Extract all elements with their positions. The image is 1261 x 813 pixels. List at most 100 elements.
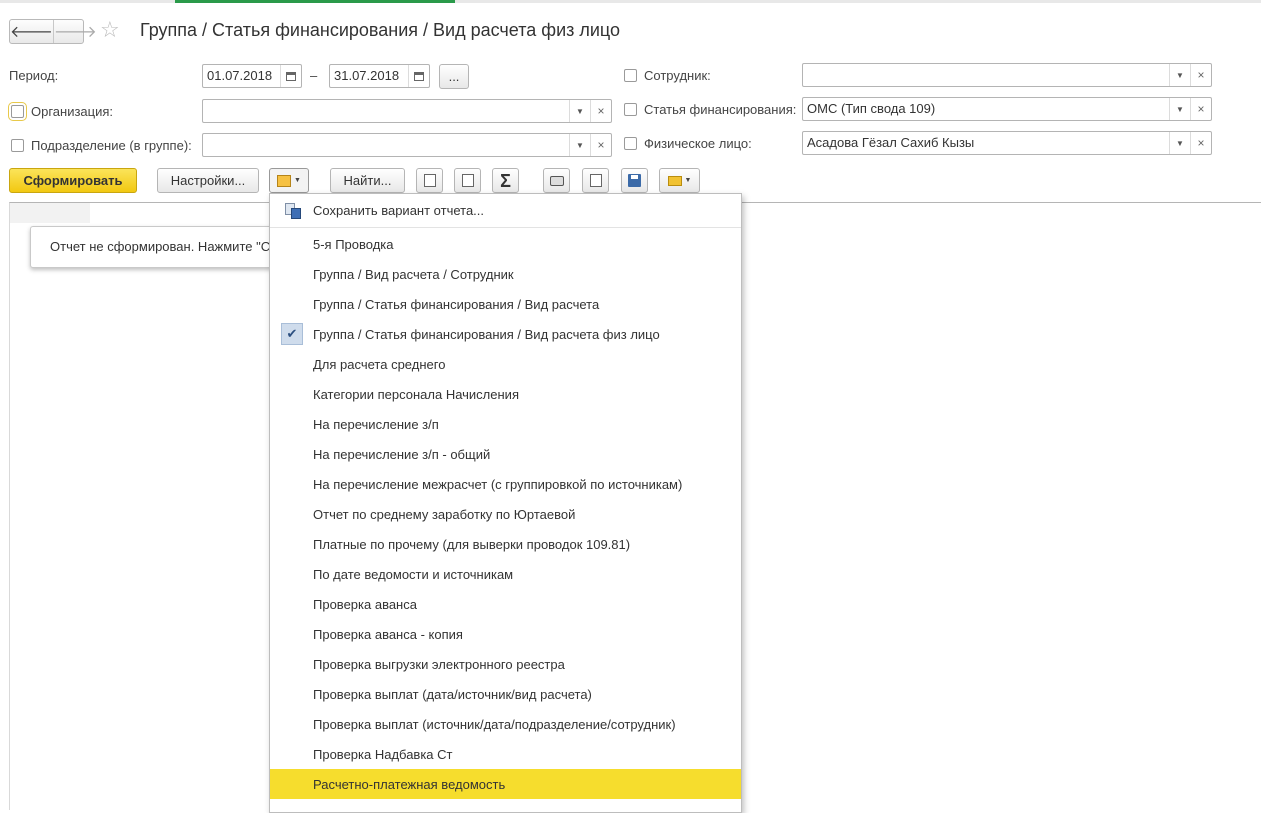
- report-variant-label: Категории персонала Начисления: [313, 386, 519, 402]
- chevron-down-icon: ▼: [294, 177, 301, 184]
- report-variant-label: На перечисление з/п: [313, 416, 439, 432]
- clear-icon[interactable]: ×: [1190, 64, 1211, 86]
- clear-icon[interactable]: ×: [590, 100, 611, 122]
- period-to-value[interactable]: 31.07.2018: [330, 65, 408, 87]
- favorite-star-icon[interactable]: ☆: [100, 18, 120, 42]
- expand-groups-button[interactable]: [454, 168, 481, 193]
- report-variant-label: Проверка аванса: [313, 596, 417, 612]
- report-variant-label: На перечисление з/п - общий: [313, 446, 491, 462]
- collapse-groups-button[interactable]: [416, 168, 443, 193]
- report-variant-item[interactable]: На перечисление з/п: [270, 409, 741, 439]
- person-value[interactable]: Асадова Гёзал Сахиб Кызы: [803, 132, 1169, 154]
- subdivision-label: Подразделение (в группе):: [31, 138, 192, 153]
- calendar-icon[interactable]: [408, 65, 429, 87]
- sum-button[interactable]: Σ: [492, 168, 519, 193]
- chevron-down-icon[interactable]: ▼: [569, 100, 590, 122]
- employee-field[interactable]: ▼ ×: [802, 63, 1212, 87]
- report-variant-label: Группа / Статья финансирования / Вид рас…: [313, 296, 600, 312]
- report-variant-item[interactable]: Для расчета среднего: [270, 349, 741, 379]
- report-variant-label: Отчет по среднему заработку по Юртаевой: [313, 506, 576, 522]
- report-variant-label: Группа / Вид расчета / Сотрудник: [313, 266, 514, 282]
- generate-button[interactable]: Сформировать: [9, 168, 137, 193]
- subdivision-checkbox[interactable]: [11, 139, 24, 152]
- printer-icon: [549, 175, 564, 186]
- clear-icon[interactable]: ×: [590, 134, 611, 156]
- report-variant-label: Проверка аванса - копия: [313, 626, 463, 642]
- report-variant-item[interactable]: Категории персонала Начисления: [270, 379, 741, 409]
- organization-checkbox[interactable]: [8, 102, 27, 121]
- clear-icon[interactable]: ×: [1190, 98, 1211, 120]
- chevron-down-icon: ▼: [684, 177, 692, 184]
- save-button[interactable]: [621, 168, 648, 193]
- funding-checkbox[interactable]: [624, 103, 637, 116]
- chevron-down-icon[interactable]: ▼: [1169, 98, 1190, 120]
- person-field[interactable]: Асадова Гёзал Сахиб Кызы ▼ ×: [802, 131, 1212, 155]
- page-title: Группа / Статья финансирования / Вид рас…: [140, 20, 621, 40]
- calendar-icon[interactable]: [280, 65, 301, 87]
- report-variant-label: Расчетно-платежная ведомость: [313, 776, 506, 792]
- funding-field[interactable]: ОМС (Тип свода 109) ▼ ×: [802, 97, 1212, 121]
- period-from-value[interactable]: 01.07.2018: [203, 65, 280, 87]
- save-report-variant-item[interactable]: Сохранить вариант отчета...: [270, 194, 741, 228]
- back-arrow-icon[interactable]: 🡐: [10, 20, 53, 43]
- report-variant-menu: Сохранить вариант отчета... 5-я Проводка…: [269, 193, 742, 813]
- person-label: Физическое лицо:: [644, 136, 752, 151]
- organization-field[interactable]: ▼ ×: [202, 99, 612, 123]
- chevron-down-icon[interactable]: ▼: [1169, 64, 1190, 86]
- report-variant-item[interactable]: ✔ Группа / Статья финансирования / Вид ра…: [270, 319, 741, 349]
- employee-label: Сотрудник:: [644, 68, 711, 83]
- funding-value[interactable]: ОМС (Тип свода 109): [803, 98, 1169, 120]
- find-button[interactable]: Найти...: [330, 168, 405, 193]
- report-variant-label: Платные по прочему (для выверки проводок…: [313, 536, 631, 552]
- report-variant-item[interactable]: Расчетно-платежная ведомость: [270, 769, 741, 799]
- checkmark-icon: ✔: [281, 323, 303, 345]
- floppy-disk-icon: [628, 174, 641, 187]
- print-button[interactable]: [543, 168, 570, 193]
- preview-button[interactable]: [582, 168, 609, 193]
- report-variant-item[interactable]: Проверка выплат (дата/источник/вид расче…: [270, 679, 741, 709]
- active-tab-indicator: [175, 0, 455, 3]
- save-variant-icon: [285, 202, 301, 219]
- envelope-icon: [667, 175, 682, 186]
- report-variant-label: Проверка Надбавка Ст: [313, 746, 453, 762]
- report-variant-button[interactable]: ▼: [269, 168, 309, 193]
- report-variant-label: Проверка выплат (источник/дата/подраздел…: [313, 716, 676, 732]
- report-variant-item[interactable]: Проверка аванса - копия: [270, 619, 741, 649]
- report-variant-item[interactable]: На перечисление з/п - общий: [270, 439, 741, 469]
- period-from-field[interactable]: 01.07.2018: [202, 64, 302, 88]
- report-variant-item[interactable]: 5-я Проводка: [270, 229, 741, 259]
- clear-icon[interactable]: ×: [1190, 132, 1211, 154]
- settings-button[interactable]: Настройки...: [157, 168, 259, 193]
- sigma-icon: Σ: [500, 170, 511, 191]
- period-select-button[interactable]: ...: [439, 64, 469, 89]
- period-dash: –: [310, 68, 318, 83]
- print-preview-icon: [589, 174, 602, 187]
- funding-label: Статья финансирования:: [644, 102, 797, 117]
- report-variant-item[interactable]: Отчет по среднему заработку по Юртаевой: [270, 499, 741, 529]
- employee-value[interactable]: [803, 64, 1169, 86]
- report-variant-item[interactable]: Платные по прочему (для выверки проводок…: [270, 529, 741, 559]
- report-variant-item[interactable]: Проверка аванса: [270, 589, 741, 619]
- period-label: Период:: [9, 68, 59, 83]
- chevron-down-icon[interactable]: ▼: [569, 134, 590, 156]
- report-variant-icon: [277, 174, 292, 187]
- send-email-button[interactable]: ▼: [659, 168, 700, 193]
- organization-label: Организация:: [31, 104, 114, 119]
- forward-arrow-icon[interactable]: 🡒: [52, 20, 97, 43]
- chevron-down-icon[interactable]: ▼: [1169, 132, 1190, 154]
- report-variant-item[interactable]: Группа / Статья финансирования / Вид рас…: [270, 289, 741, 319]
- period-to-field[interactable]: 31.07.2018: [329, 64, 430, 88]
- organization-value[interactable]: [203, 100, 569, 122]
- subdivision-field[interactable]: ▼ ×: [202, 133, 612, 157]
- employee-checkbox[interactable]: [624, 69, 637, 82]
- report-variant-item[interactable]: По дате ведомости и источникам: [270, 559, 741, 589]
- collapse-groups-icon: [423, 174, 436, 187]
- report-variant-item[interactable]: Проверка выплат (источник/дата/подраздел…: [270, 709, 741, 739]
- report-variant-item[interactable]: Группа / Вид расчета / Сотрудник: [270, 259, 741, 289]
- subdivision-value[interactable]: [203, 134, 569, 156]
- report-variant-item[interactable]: На перечисление межрасчет (с группировко…: [270, 469, 741, 499]
- report-variant-item[interactable]: Проверка выгрузки электронного реестра: [270, 649, 741, 679]
- report-variant-label: 5-я Проводка: [313, 236, 394, 252]
- person-checkbox[interactable]: [624, 137, 637, 150]
- report-variant-item[interactable]: Проверка Надбавка Ст: [270, 739, 741, 769]
